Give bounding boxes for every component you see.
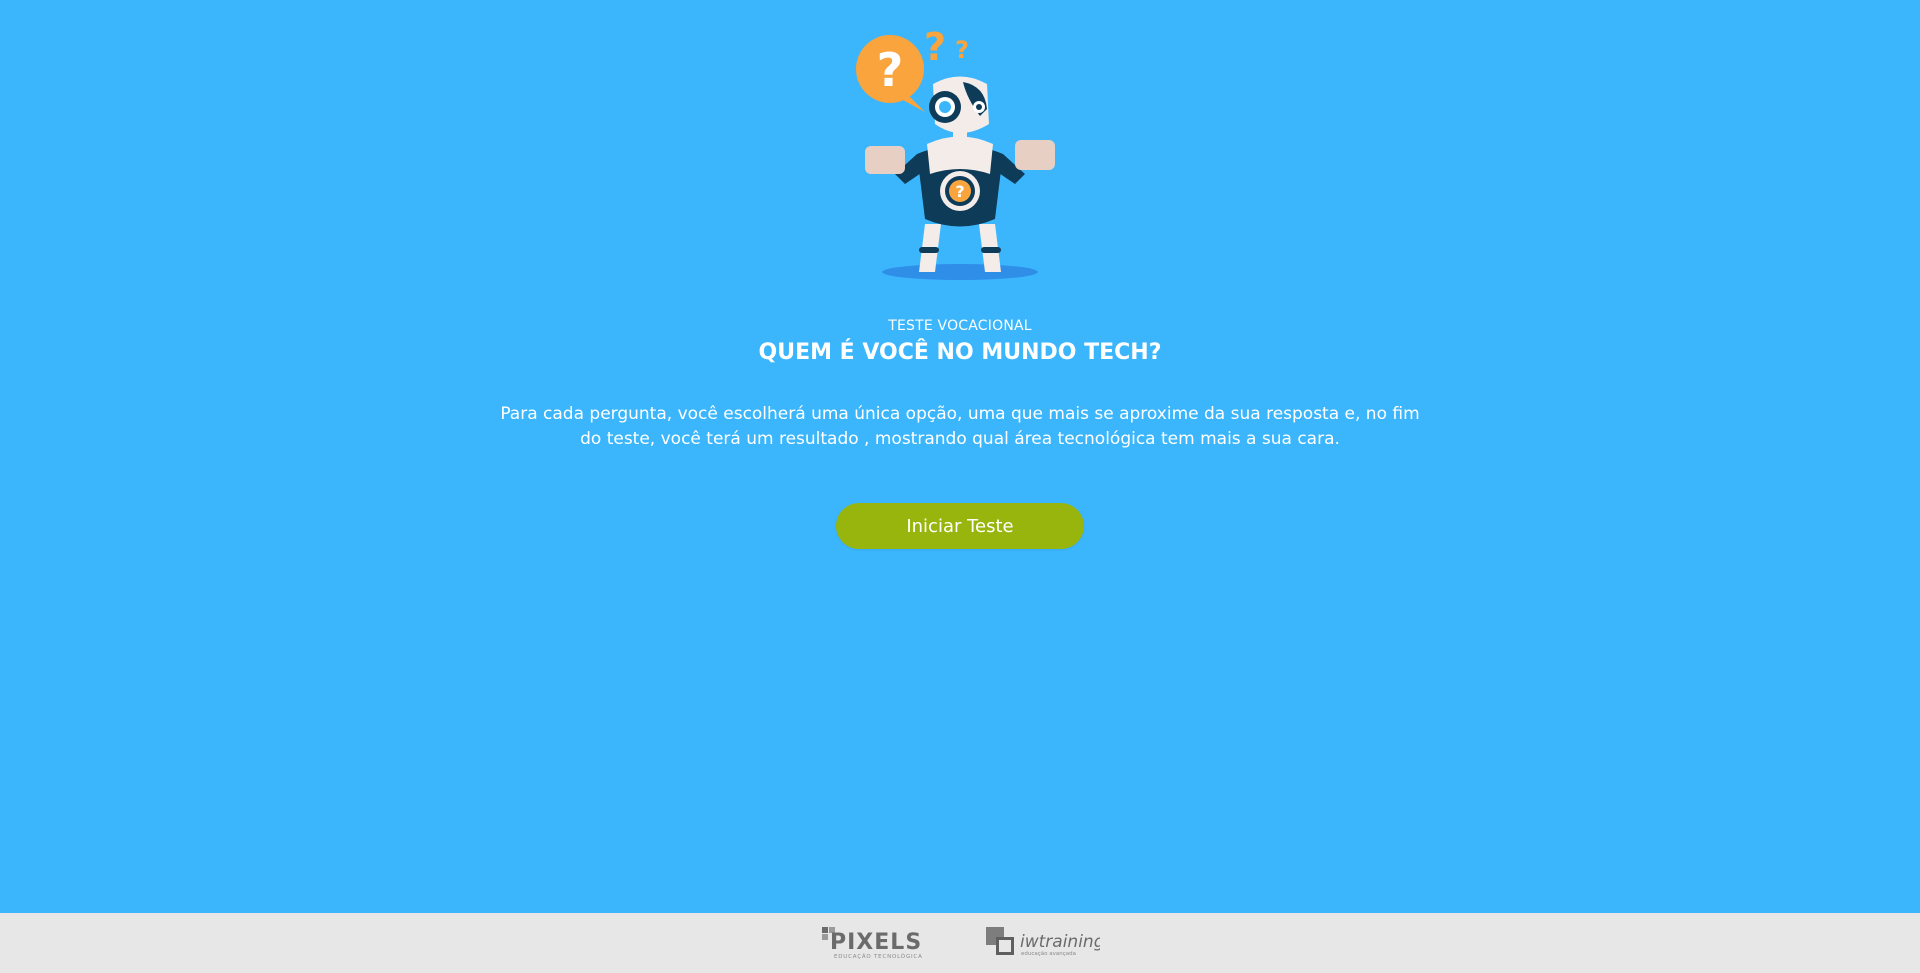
page-title: QUEM É VOCÊ NO MUNDO TECH? <box>758 340 1162 365</box>
eyebrow-label: TESTE VOCACIONAL <box>888 318 1032 334</box>
iwtraining-logo: iwtraining educação avançada <box>986 927 1100 957</box>
svg-text:?: ? <box>955 36 969 64</box>
intro-description: Para cada pergunta, você escolherá uma ú… <box>500 404 1420 449</box>
pixels-logo-text: PIXELS <box>830 930 922 955</box>
iwtraining-logo-text: iwtraining <box>1020 932 1100 952</box>
pixels-logo-tagline: EDUCAÇÃO TECNOLÓGICA <box>834 953 923 960</box>
pixels-logo: PIXELS EDUCAÇÃO TECNOLÓGICA <box>822 927 923 960</box>
svg-text:?: ? <box>924 25 946 69</box>
main-content: ? ? ? ? TESTE VOCACIONAL QUEM É VOCÊ NO … <box>0 0 1920 913</box>
iwtraining-logo-tagline: educação avançada <box>1021 951 1076 957</box>
start-test-button[interactable]: Iniciar Teste <box>836 503 1084 549</box>
footer: PIXELS EDUCAÇÃO TECNOLÓGICA iwtraining e… <box>0 913 1920 973</box>
confused-robot-illustration: ? ? ? ? <box>856 25 1055 280</box>
svg-text:?: ? <box>955 182 964 201</box>
svg-text:?: ? <box>877 43 904 97</box>
